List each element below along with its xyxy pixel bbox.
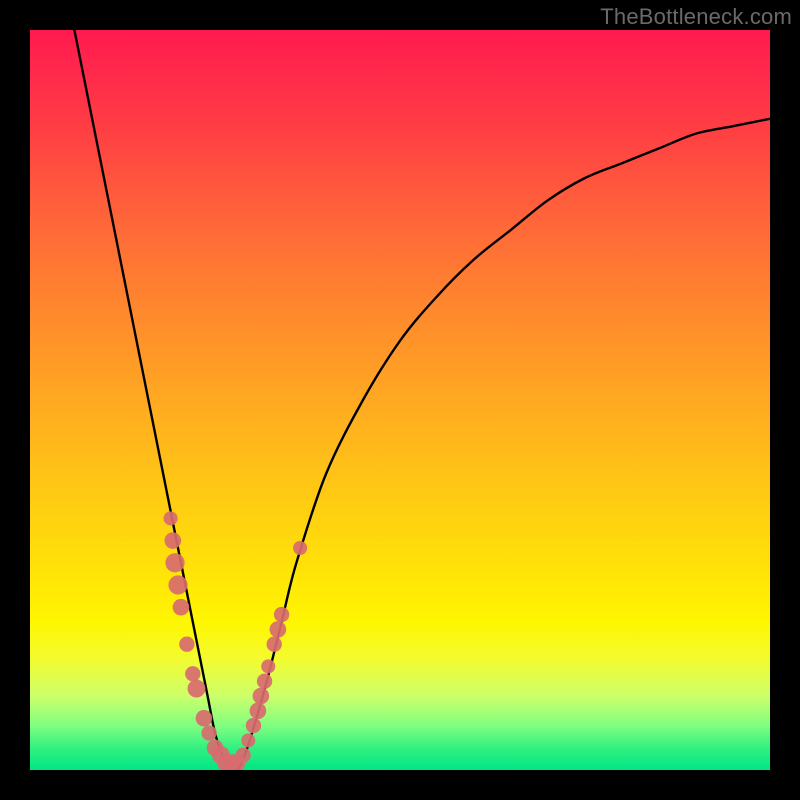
data-point-marker bbox=[270, 621, 287, 638]
plot-area bbox=[30, 30, 770, 770]
bottleneck-curve bbox=[74, 30, 770, 770]
data-point-marker bbox=[274, 607, 289, 622]
data-point-marker bbox=[179, 637, 194, 652]
data-point-marker bbox=[201, 725, 216, 740]
data-point-marker bbox=[250, 702, 267, 719]
data-point-marker bbox=[168, 575, 187, 594]
curve-svg bbox=[30, 30, 770, 770]
data-point-marker bbox=[253, 688, 270, 705]
data-point-marker bbox=[293, 541, 307, 555]
data-point-marker bbox=[164, 511, 178, 525]
data-point-marker bbox=[257, 674, 272, 689]
watermark-text: TheBottleneck.com bbox=[600, 4, 792, 30]
data-point-marker bbox=[173, 599, 190, 616]
data-point-marker bbox=[235, 748, 250, 763]
data-point-marker bbox=[188, 680, 206, 698]
data-point-marker bbox=[165, 532, 182, 549]
data-point-marker bbox=[241, 733, 255, 747]
data-point-marker bbox=[196, 710, 213, 727]
data-point-marker bbox=[185, 666, 200, 681]
data-point-marker bbox=[165, 553, 184, 572]
data-point-marker bbox=[267, 637, 282, 652]
chart-container: TheBottleneck.com bbox=[0, 0, 800, 800]
data-point-marker bbox=[261, 659, 275, 673]
curve-markers bbox=[164, 511, 308, 770]
data-point-marker bbox=[246, 718, 261, 733]
